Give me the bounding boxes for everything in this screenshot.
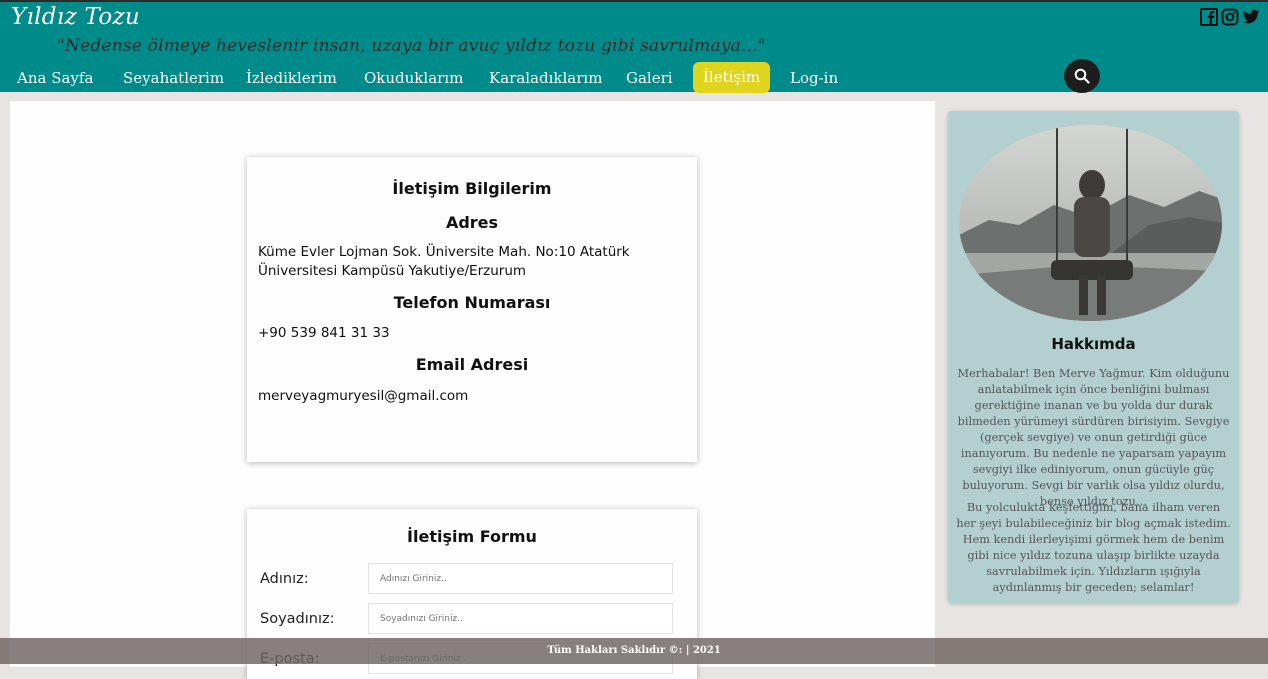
nav-item-iletisim[interactable]: İletişim xyxy=(693,62,771,93)
about-title: Hakkımda xyxy=(1051,335,1136,353)
nav-item-ana-sayfa[interactable]: Ana Sayfa xyxy=(17,62,93,94)
nav-item-karaladiklarim[interactable]: Karaladıklarım xyxy=(489,62,602,94)
site-title[interactable]: Yıldız Tozu xyxy=(11,4,140,30)
social-links xyxy=(1200,8,1260,26)
about-sidebar: Hakkımda Merhabalar! Ben Merve Yağmur. K… xyxy=(948,111,1239,603)
footer-copyright: Tüm Hakları Saklıdır ©: | 2021 xyxy=(547,645,721,656)
phone-text: +90 539 841 31 33 xyxy=(258,325,390,341)
about-paragraph-2: Bu yolculukta keşfettiğim, bana ilham ve… xyxy=(956,501,1231,594)
site-tagline: "Nedense ölmeye heveslenir insan, uzaya … xyxy=(57,36,766,56)
search-icon xyxy=(1074,68,1090,84)
profile-photo xyxy=(959,125,1222,321)
nav-item-log-in[interactable]: Log-in xyxy=(790,62,838,94)
main-nav: Ana Sayfa Seyahatlerim İzlediklerim Okud… xyxy=(0,62,1060,94)
last-name-input[interactable] xyxy=(368,603,673,634)
contact-info-card: İletişim Bilgilerim Adres Küme Evler Loj… xyxy=(247,157,697,462)
nav-item-seyahatlerim[interactable]: Seyahatlerim xyxy=(123,62,224,94)
twitter-icon[interactable] xyxy=(1242,8,1260,26)
main-content: İletişim Bilgilerim Adres Küme Evler Loj… xyxy=(10,101,935,679)
contact-form-title: İletişim Formu xyxy=(407,527,537,546)
last-name-label: Soyadınız: xyxy=(260,611,335,627)
site-footer: Tüm Hakları Saklıdır ©: | 2021 xyxy=(0,638,1268,664)
site-header: Yıldız Tozu "Nedense ölmeye heveslenir i… xyxy=(0,0,1268,94)
contact-info-title: İletişim Bilgilerim xyxy=(392,179,552,198)
facebook-icon[interactable] xyxy=(1200,8,1218,26)
address-text: Küme Evler Lojman Sok. Üniversite Mah. N… xyxy=(258,244,630,279)
phone-heading: Telefon Numarası xyxy=(393,293,551,312)
address-heading: Adres xyxy=(445,213,499,232)
nav-item-galeri[interactable]: Galeri xyxy=(626,62,673,94)
search-button[interactable] xyxy=(1064,59,1100,93)
instagram-icon[interactable] xyxy=(1221,8,1239,26)
first-name-input[interactable] xyxy=(368,563,673,594)
email-heading: Email Adresi xyxy=(415,355,529,374)
nav-item-izlediklerim[interactable]: İzlediklerim xyxy=(246,62,337,94)
email-text: merveyagmuryesil@gmail.com xyxy=(258,388,469,404)
about-paragraph-1: Merhabalar! Ben Merve Yağmur. Kim olduğu… xyxy=(957,367,1230,508)
nav-item-okuduklarim[interactable]: Okuduklarım xyxy=(364,62,463,94)
first-name-label: Adınız: xyxy=(260,571,309,587)
